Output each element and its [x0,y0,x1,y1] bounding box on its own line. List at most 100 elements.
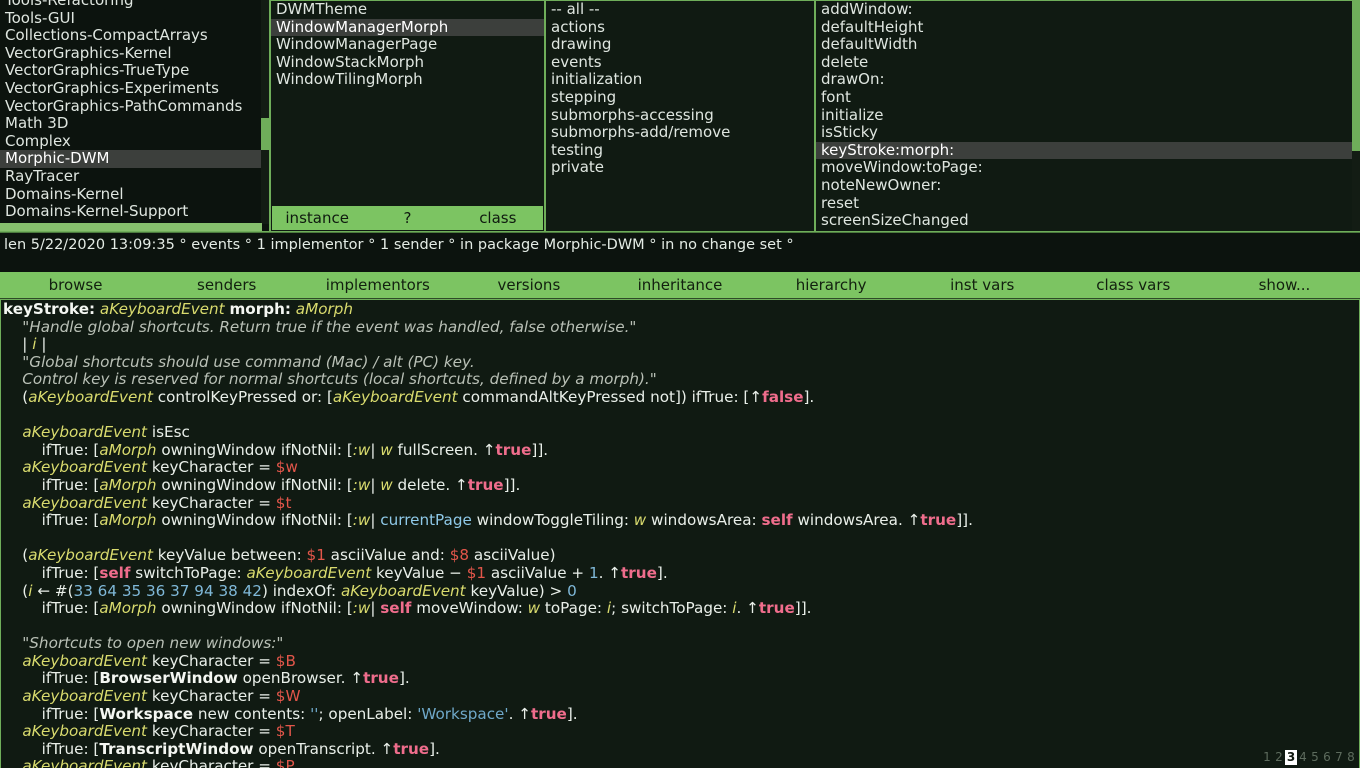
package-item[interactable]: VectorGraphics-TrueType [0,62,269,80]
class-comment-button[interactable]: ? [362,206,452,230]
class-item[interactable]: WindowManagerMorph [271,18,544,37]
package-item[interactable]: VectorGraphics-PathCommands [0,98,269,116]
message-category-item[interactable]: submorphs-add/remove [546,124,814,142]
code-token: aMorph [99,511,157,530]
code-token: 1 [588,563,599,582]
page-number-5[interactable]: 5 [1309,750,1321,765]
package-item[interactable]: Complex [0,133,269,151]
page-indicator[interactable]: 12345678 [1261,749,1357,765]
class-item[interactable]: WindowManagerPage [271,36,544,54]
scrollbar-thumb[interactable] [1352,1,1360,151]
page-number-1[interactable]: 1 [1261,750,1273,765]
class-item[interactable]: DWMTheme [271,1,544,19]
method-item[interactable]: defaultHeight [816,19,1360,37]
page-number-4[interactable]: 4 [1297,750,1309,765]
package-item[interactable]: Collections-CompactArrays [0,27,269,45]
page-number-3[interactable]: 3 [1285,749,1297,765]
package-item[interactable]: Domains-Kernel [0,186,269,204]
message-category-item[interactable]: initialization [546,71,814,89]
scrollbar-thumb[interactable] [0,223,262,231]
code-token: aKeyboardEvent [332,387,458,406]
code-token: $t [275,493,292,512]
method-item[interactable]: delete [816,54,1360,72]
button-browse[interactable]: browse [0,272,151,299]
method-item[interactable]: screenSizeChanged [816,212,1360,230]
package-item[interactable]: RayTracer [0,168,269,186]
method-list[interactable]: addWindow: defaultHeight defaultWidth delet… [816,1,1360,230]
page-number-2[interactable]: 2 [1273,750,1285,765]
code-token: windowToggleTiling: [471,511,634,530]
method-item[interactable]: addWindow: [816,1,1360,19]
instance-side-button[interactable]: instance [272,206,362,230]
page-number-6[interactable]: 6 [1321,750,1333,765]
method-item[interactable]: font [816,89,1360,107]
code-token: 33 64 35 36 37 94 38 42 [73,581,262,600]
message-category-pane[interactable]: -- all -- actions drawing events initializat… [545,0,815,232]
method-item[interactable]: drawOn: [816,71,1360,89]
method-list-scroll-area[interactable]: addWindow: defaultHeight defaultWidth delet… [816,1,1360,231]
code-editor-pane[interactable]: keyStroke: aKeyboardEvent morph: aMorph … [0,299,1360,768]
message-category-item[interactable]: drawing [546,36,814,54]
button-show---[interactable]: show... [1209,272,1360,299]
code-token: true [758,599,795,618]
method-item[interactable]: isSticky [816,124,1360,142]
scrollbar-thumb[interactable] [261,118,269,150]
class-item[interactable]: WindowTilingMorph [271,71,544,89]
message-category-list[interactable]: -- all -- actions drawing events initializat… [546,1,814,177]
class-mode-button-bar[interactable]: instance ? class [272,206,543,230]
code-token: keyValue − [371,563,467,582]
code-token: $T [275,722,295,741]
method-item[interactable]: moveWindow:toPage: [816,159,1360,177]
code-line: (i ← #(33 64 35 36 37 94 38 42) indexOf:… [3,581,1355,601]
package-item[interactable]: Tools-Refactoring [0,0,269,10]
package-list-pane[interactable]: Tools-Refactoring Tools-GUI Collections-Co… [0,0,270,232]
class-list-pane[interactable]: DWMTheme WindowManagerMorph WindowManagerP… [270,0,545,232]
package-item[interactable]: Domains-Kernel-Support [0,203,269,221]
package-item[interactable]: Morphic-DWM [0,150,269,168]
button-hierarchy[interactable]: hierarchy [756,272,907,299]
code-token: keyValue) > [465,581,568,600]
package-list-vertical-scrollbar[interactable] [261,0,269,224]
class-side-button[interactable]: class [453,206,543,230]
method-list-vertical-scrollbar[interactable] [1352,1,1360,231]
button-inst-vars[interactable]: inst vars [907,272,1058,299]
class-list[interactable]: DWMTheme WindowManagerMorph WindowManagerP… [271,1,544,89]
message-category-scroll-area[interactable]: -- all -- actions drawing events initializat… [546,1,814,231]
message-category-item[interactable]: testing [546,142,814,160]
method-item[interactable]: initialize [816,107,1360,125]
page-number-7[interactable]: 7 [1333,750,1345,765]
method-list-pane[interactable]: addWindow: defaultHeight defaultWidth delet… [815,0,1360,232]
code-token: asciiValue + [486,563,589,582]
message-category-item[interactable]: submorphs-accessing [546,107,814,125]
code-token: aMorph [295,300,354,318]
source-code-text[interactable]: keyStroke: aKeyboardEvent morph: aMorph … [3,300,1355,768]
package-item[interactable]: Tools-GUI [0,10,269,28]
code-line: ifTrue: [aMorph owningWindow ifNotNil: [… [3,511,1355,530]
method-item[interactable]: noteNewOwner: [816,177,1360,195]
class-item[interactable]: WindowStackMorph [271,54,544,72]
button-versions[interactable]: versions [453,272,604,299]
button-implementors[interactable]: implementors [302,272,453,299]
button-inheritance[interactable]: inheritance [604,272,755,299]
package-item[interactable]: Math 3D [0,115,269,133]
button-senders[interactable]: senders [151,272,302,299]
message-category-item[interactable]: private [546,159,814,177]
package-item[interactable]: VectorGraphics-Experiments [0,80,269,98]
method-item[interactable]: keyStroke:morph: [816,141,1360,160]
class-list-scroll-area[interactable]: DWMTheme WindowManagerMorph WindowManagerP… [271,1,544,206]
button-class-vars[interactable]: class vars [1058,272,1209,299]
package-list-scroll-area[interactable]: Tools-Refactoring Tools-GUI Collections-Co… [0,0,269,231]
method-item[interactable]: defaultWidth [816,36,1360,54]
message-category-item[interactable]: actions [546,19,814,37]
message-category-item[interactable]: events [546,54,814,72]
page-number-8[interactable]: 8 [1345,750,1357,765]
message-category-item[interactable]: stepping [546,89,814,107]
package-list[interactable]: Tools-Refactoring Tools-GUI Collections-Co… [0,0,269,221]
package-list-horizontal-scrollbar[interactable] [0,223,262,231]
message-category-item[interactable]: -- all -- [546,1,814,19]
method-item[interactable]: reset [816,195,1360,213]
package-item[interactable]: VectorGraphics-Kernel [0,45,269,63]
code-token: keyStroke: [3,300,96,318]
